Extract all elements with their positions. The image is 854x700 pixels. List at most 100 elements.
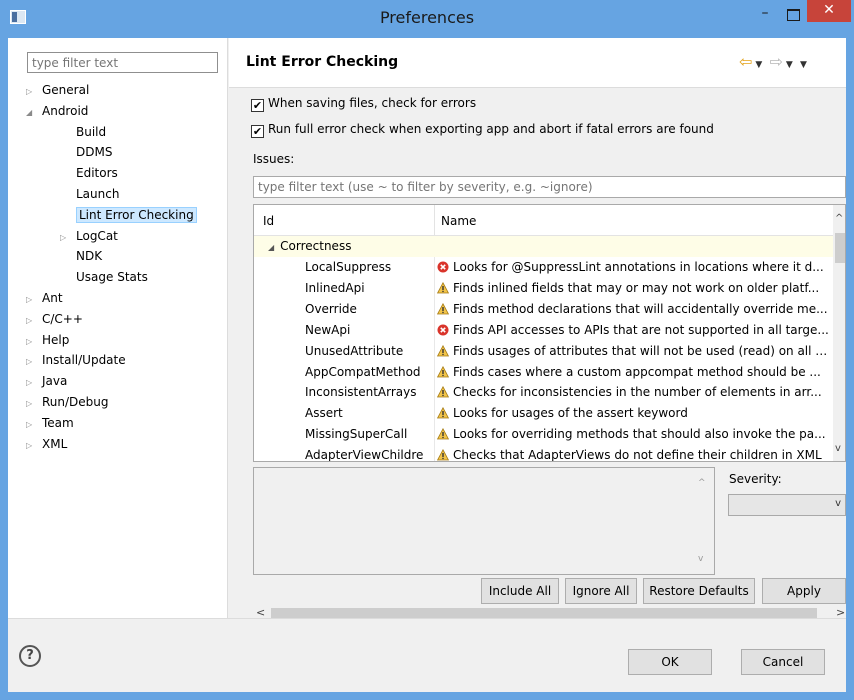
table-row[interactable]: AdapterViewChildre Checks that AdapterVie… — [254, 445, 833, 462]
apply-button[interactable]: Apply — [762, 578, 846, 604]
check-on-export-row[interactable]: ✔ Run full error check when exporting app… — [251, 122, 714, 138]
table-row[interactable]: Override Finds method declarations that w… — [254, 299, 833, 320]
column-divider[interactable] — [434, 205, 435, 236]
expand-arrow-icon[interactable]: ▷ — [26, 373, 42, 394]
tree-item-ndk[interactable]: NDK — [26, 246, 226, 267]
cancel-button[interactable]: Cancel — [741, 649, 825, 675]
scroll-up-icon[interactable]: ^ — [835, 213, 843, 224]
scroll-thumb[interactable] — [835, 233, 845, 263]
table-row[interactable]: InlinedApi Finds inlined fields that may … — [254, 278, 833, 299]
severity-label: Severity: — [729, 472, 782, 486]
issue-name: Checks for inconsistencies in the number… — [453, 385, 822, 400]
title-bar[interactable]: Preferences – ✕ — [0, 0, 854, 38]
issue-id: AppCompatMethod — [305, 364, 421, 379]
expand-arrow-icon[interactable]: ▷ — [26, 394, 42, 415]
issue-name-cell: Checks for inconsistencies in the number… — [437, 382, 830, 403]
issue-id: MissingSuperCall — [305, 427, 408, 442]
scroll-up-icon[interactable]: ^ — [698, 478, 706, 488]
expand-arrow-icon[interactable]: ▷ — [26, 352, 42, 373]
issue-name: Looks for overriding methods that should… — [453, 427, 826, 442]
issue-name: Checks that AdapterViews do not define t… — [453, 448, 822, 462]
warning-icon — [437, 343, 450, 356]
restore-defaults-button[interactable]: Restore Defaults — [643, 578, 755, 604]
table-row[interactable]: NewApi Finds API accesses to APIs that ar… — [254, 320, 833, 341]
table-row[interactable]: MissingSuperCall Looks for overriding met… — [254, 424, 833, 445]
category-label: Correctness — [280, 239, 352, 253]
expand-arrow-icon[interactable]: ▷ — [26, 436, 42, 457]
tree-item-install-update[interactable]: ▷ Install/Update — [26, 350, 226, 371]
view-menu-icon[interactable]: ▼ — [800, 60, 807, 70]
help-icon[interactable]: ? — [19, 645, 41, 667]
ignore-all-button[interactable]: Ignore All — [565, 578, 637, 604]
tree-item-help[interactable]: ▷ Help — [26, 330, 226, 351]
issue-id: AdapterViewChildre — [305, 448, 424, 462]
page-title: Lint Error Checking — [246, 54, 399, 70]
forward-arrow-icon[interactable]: ⇨ — [769, 52, 782, 71]
table-row[interactable]: LocalSuppress Looks for @SuppressLint ann… — [254, 257, 833, 278]
issue-name-cell: Finds API accesses to APIs that are not … — [437, 320, 830, 341]
issue-name-cell: Finds method declarations that will acci… — [437, 299, 830, 320]
tree-item-cpp[interactable]: ▷ C/C++ — [26, 309, 226, 330]
tree-item-lint-error-checking[interactable]: Lint Error Checking — [26, 205, 226, 226]
expand-arrow-icon[interactable]: ▷ — [26, 415, 42, 436]
include-all-button[interactable]: Include All — [481, 578, 559, 604]
minimize-button[interactable]: – — [751, 4, 779, 26]
issue-name-cell: Looks for usages of the assert keyword — [437, 403, 830, 424]
forward-dropdown-icon[interactable]: ▼ — [786, 60, 793, 70]
expand-arrow-icon[interactable]: ▷ — [26, 290, 42, 311]
expand-arrow-icon[interactable]: ▷ — [26, 332, 42, 353]
tree-item-ant[interactable]: ▷ Ant — [26, 288, 226, 309]
back-arrow-icon[interactable]: ⇦ — [739, 52, 752, 71]
scroll-thumb[interactable] — [271, 608, 817, 618]
tree-item-android[interactable]: ◢ Android — [26, 101, 226, 122]
back-dropdown-icon[interactable]: ▼ — [755, 60, 762, 70]
tree-item-general[interactable]: ▷ General — [26, 80, 226, 101]
check-on-save-label: When saving files, check for errors — [268, 96, 477, 110]
expand-arrow-icon[interactable]: ▷ — [26, 82, 42, 103]
scroll-down-icon[interactable]: v — [835, 443, 841, 454]
category-row-correctness[interactable]: ◢ Correctness — [254, 236, 833, 257]
expand-arrow-icon[interactable]: ▷ — [60, 228, 76, 249]
severity-dropdown[interactable]: v — [728, 494, 846, 516]
vertical-scrollbar[interactable]: ^ v — [833, 205, 845, 461]
collapse-arrow-icon[interactable]: ◢ — [268, 243, 274, 252]
column-header-name[interactable]: Name — [441, 214, 476, 228]
issue-name-cell: Looks for @SuppressLint annotations in l… — [437, 257, 830, 278]
table-row[interactable]: InconsistentArrays Checks for inconsisten… — [254, 382, 833, 403]
issue-name-cell: Looks for overriding methods that should… — [437, 424, 830, 445]
tree-item-editors[interactable]: Editors — [26, 163, 226, 184]
table-row[interactable]: UnusedAttribute Finds usages of attribute… — [254, 341, 833, 362]
issue-name-cell: Finds inlined fields that may or may not… — [437, 278, 830, 299]
window-title: Preferences — [379, 8, 475, 27]
check-on-export-checkbox[interactable]: ✔ — [251, 125, 264, 138]
tree-item-java[interactable]: ▷ Java — [26, 371, 226, 392]
tree-item-launch[interactable]: Launch — [26, 184, 226, 205]
check-on-export-label: Run full error check when exporting app … — [268, 122, 714, 136]
expand-arrow-icon[interactable]: ▷ — [26, 311, 42, 332]
tree-item-build[interactable]: Build — [26, 122, 226, 143]
tree-item-team[interactable]: ▷ Team — [26, 413, 226, 434]
close-button[interactable]: ✕ — [807, 0, 851, 22]
table-row[interactable]: Assert Looks for usages of the assert key… — [254, 403, 833, 424]
tree-item-run-debug[interactable]: ▷ Run/Debug — [26, 392, 226, 413]
scroll-down-icon[interactable]: v — [698, 554, 703, 564]
check-on-save-row[interactable]: ✔ When saving files, check for errors — [251, 96, 476, 112]
dialog-body: ▷General ◢Android Build DDMS Editors Lau… — [8, 38, 846, 692]
table-row[interactable]: AppCompatMethod Finds cases where a custo… — [254, 362, 833, 383]
tree-filter-input[interactable] — [27, 52, 218, 73]
tree-item-logcat[interactable]: ▷ LogCat — [26, 226, 226, 247]
issue-description-box[interactable]: ^ v — [253, 467, 715, 575]
collapse-arrow-icon[interactable]: ◢ — [26, 103, 42, 124]
tree-item-ddms[interactable]: DDMS — [26, 142, 226, 163]
maximize-button[interactable] — [779, 4, 807, 26]
issue-id: NewApi — [305, 322, 351, 337]
issue-id: Assert — [305, 406, 343, 421]
column-header-id[interactable]: Id — [263, 214, 274, 228]
issues-filter-input[interactable] — [253, 176, 846, 198]
issue-name-cell: Finds usages of attributes that will not… — [437, 341, 830, 362]
history-nav: ⇦ ▼ ⇨ ▼ ▼ — [739, 52, 810, 71]
check-on-save-checkbox[interactable]: ✔ — [251, 99, 264, 112]
tree-item-xml[interactable]: ▷ XML — [26, 434, 226, 455]
ok-button[interactable]: OK — [628, 649, 712, 675]
tree-item-usage-stats[interactable]: Usage Stats — [26, 267, 226, 288]
